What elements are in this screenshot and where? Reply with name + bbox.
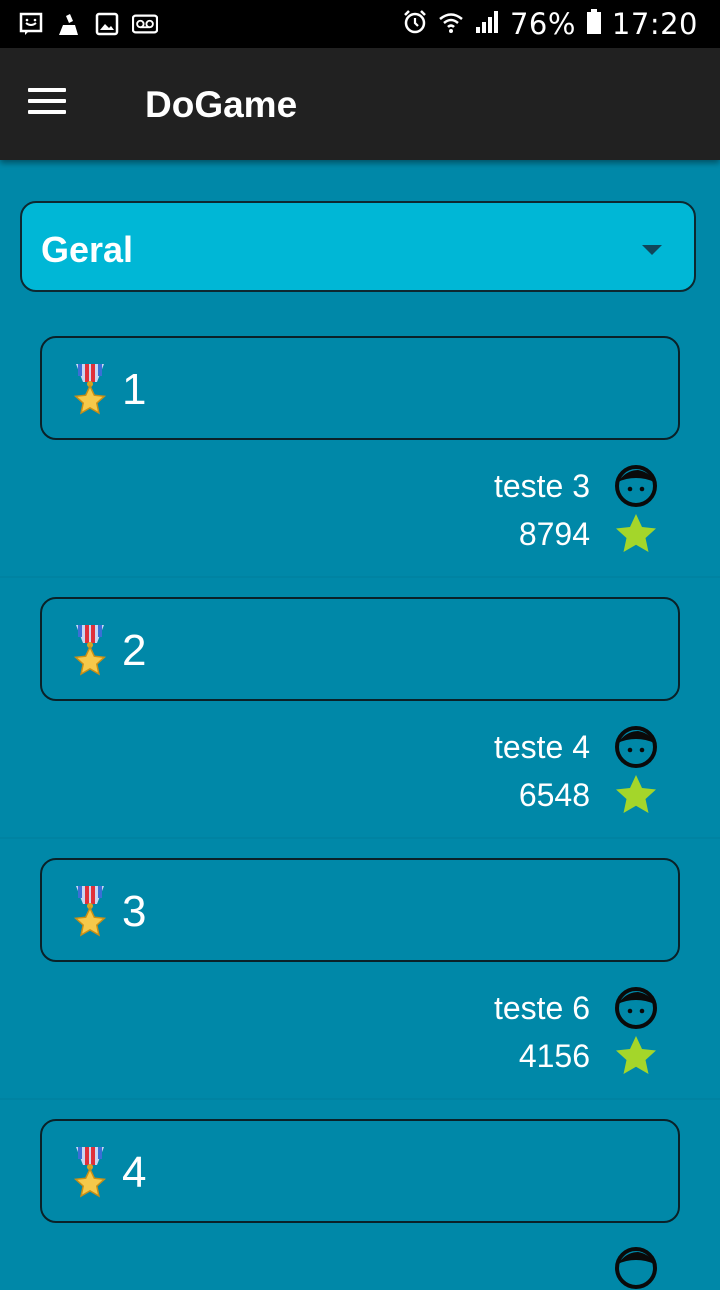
star-icon <box>616 775 656 813</box>
player-face-icon <box>615 987 657 1029</box>
star-icon <box>616 514 656 552</box>
divider <box>0 837 720 839</box>
status-bar: 76% 17:20 <box>0 0 720 48</box>
player-score: 8794 <box>518 516 590 552</box>
player-score: 4156 <box>518 1038 590 1074</box>
player-name: teste 3 <box>493 468 590 504</box>
battery-icon <box>586 9 602 39</box>
medal-icon <box>73 886 107 937</box>
player-face-icon <box>615 465 657 507</box>
signal-icon <box>474 9 500 39</box>
wifi-icon <box>438 9 464 39</box>
gallery-icon <box>94 11 120 37</box>
voicemail-icon <box>132 11 158 37</box>
app-title: DoGame <box>145 84 298 125</box>
medal-icon <box>73 364 107 415</box>
divider <box>0 1098 720 1100</box>
rank-card[interactable]: 4 <box>40 1119 680 1223</box>
filter-selected-value: Geral <box>41 229 134 270</box>
player-score: 6548 <box>518 777 590 813</box>
medal-icon <box>73 625 107 676</box>
battery-percent: 76% <box>509 7 576 41</box>
player-face-icon <box>615 726 657 768</box>
rank-card[interactable]: 3 <box>40 858 680 962</box>
alarm-icon <box>402 9 428 39</box>
player-face-icon <box>615 1247 657 1289</box>
hamburger-icon[interactable] <box>28 88 68 118</box>
medal-icon <box>73 1147 107 1198</box>
rank-position: 3 <box>122 887 147 936</box>
rank-card[interactable]: 1 <box>40 336 680 440</box>
clock: 17:20 <box>611 7 698 41</box>
rank-position: 4 <box>122 1148 147 1197</box>
rank-card[interactable]: 2 <box>40 597 680 701</box>
dropdown-arrow-icon <box>642 245 662 255</box>
player-name: teste 4 <box>493 729 590 765</box>
message-icon <box>18 11 44 37</box>
star-icon <box>616 1036 656 1074</box>
divider <box>0 576 720 578</box>
app-bar: DoGame <box>0 48 720 160</box>
rank-position: 1 <box>122 365 147 414</box>
rank-position: 2 <box>122 626 147 675</box>
cleaner-icon <box>56 11 82 37</box>
player-name: teste 6 <box>493 990 590 1026</box>
ranking-filter-dropdown[interactable]: Geral <box>20 201 696 292</box>
